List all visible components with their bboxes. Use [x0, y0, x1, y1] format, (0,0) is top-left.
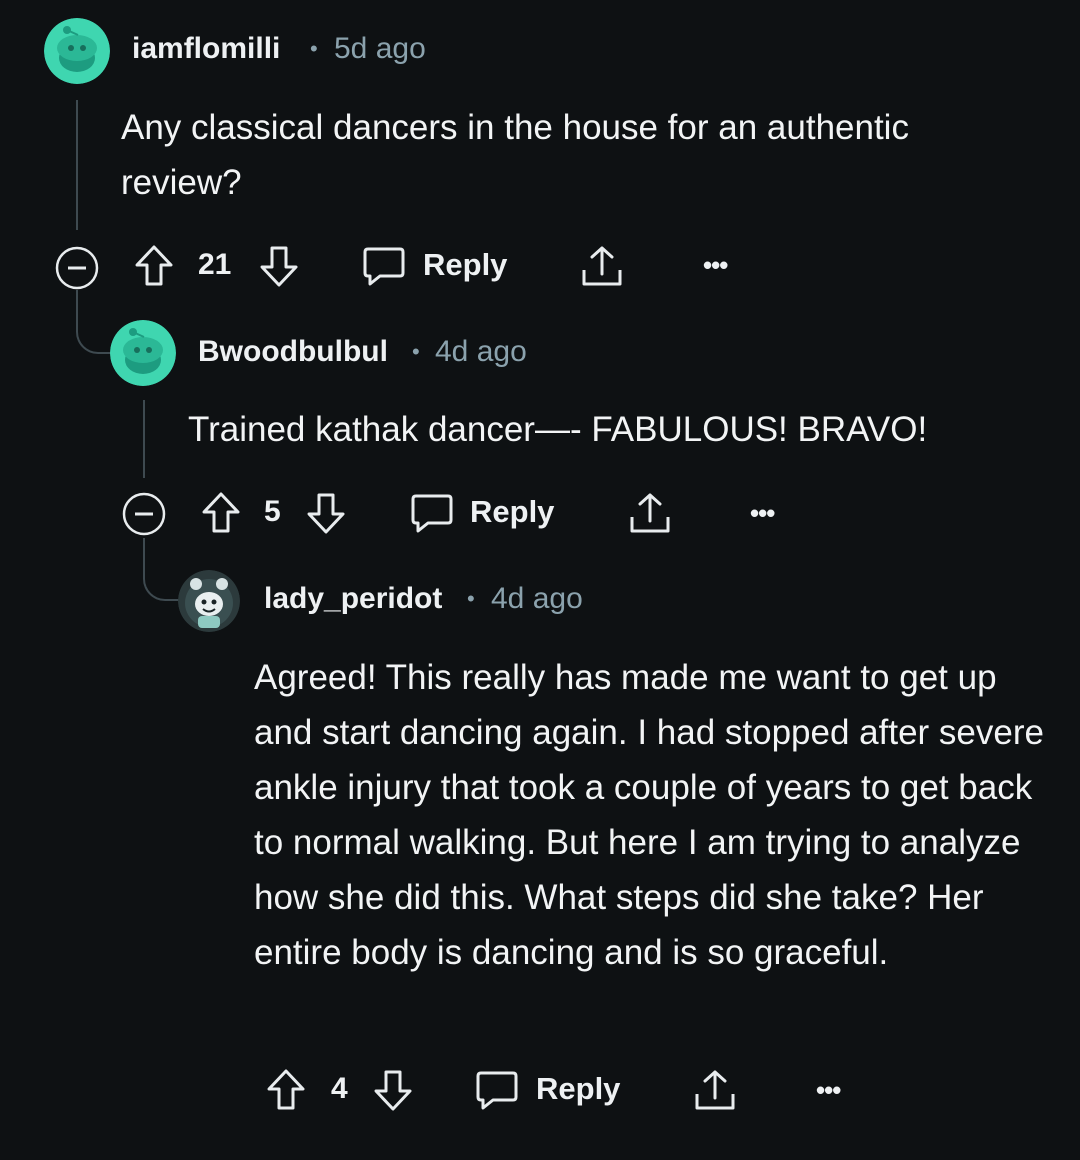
thread-line: [143, 400, 145, 478]
downvote-icon[interactable]: [372, 1068, 414, 1112]
snoo-avatar-icon[interactable]: [110, 320, 176, 386]
thread-connector: [143, 538, 181, 601]
snoo-avatar-icon[interactable]: [44, 18, 110, 84]
meta-separator: •: [310, 36, 318, 61]
downvote-icon[interactable]: [258, 244, 300, 288]
more-options-button[interactable]: •••: [816, 1077, 841, 1103]
share-icon[interactable]: [693, 1068, 737, 1112]
custom-avatar-icon[interactable]: [178, 570, 240, 632]
vote-count: 5: [264, 495, 281, 528]
upvote-icon[interactable]: [200, 491, 242, 535]
share-icon[interactable]: [580, 244, 624, 288]
reply-button[interactable]: Reply: [536, 1073, 620, 1104]
reply-icon[interactable]: [362, 245, 406, 287]
thread-line: [76, 100, 78, 230]
vote-count: 4: [331, 1072, 348, 1105]
collapse-thread-icon[interactable]: [55, 246, 99, 290]
comment-author[interactable]: Bwoodbulbul: [198, 337, 388, 367]
share-icon[interactable]: [628, 491, 672, 535]
more-options-button[interactable]: •••: [703, 252, 728, 278]
more-options-button[interactable]: •••: [750, 500, 775, 526]
downvote-icon[interactable]: [305, 491, 347, 535]
reply-button[interactable]: Reply: [423, 249, 507, 280]
reply-icon[interactable]: [475, 1069, 519, 1111]
upvote-icon[interactable]: [265, 1068, 307, 1112]
comment-author[interactable]: lady_peridot: [264, 584, 442, 614]
collapse-thread-icon[interactable]: [122, 492, 166, 536]
upvote-icon[interactable]: [133, 244, 175, 288]
comment-timestamp: 4d ago: [435, 335, 527, 368]
meta-separator: •: [467, 586, 475, 611]
comment-timestamp: 4d ago: [491, 582, 583, 615]
comment-timestamp: 5d ago: [334, 32, 426, 65]
vote-count: 21: [198, 248, 232, 281]
comment-body: Agreed! This really has made me want to …: [254, 658, 1044, 972]
reply-icon[interactable]: [410, 492, 454, 534]
comment-body: Trained kathak dancer—- FABULOUS! BRAVO!: [188, 410, 928, 449]
comment-author[interactable]: iamflomilli: [132, 34, 280, 64]
comment-body: Any classical dancers in the house for a…: [121, 108, 909, 202]
meta-separator: •: [412, 339, 420, 364]
reply-button[interactable]: Reply: [470, 496, 554, 527]
thread-connector: [76, 290, 114, 354]
